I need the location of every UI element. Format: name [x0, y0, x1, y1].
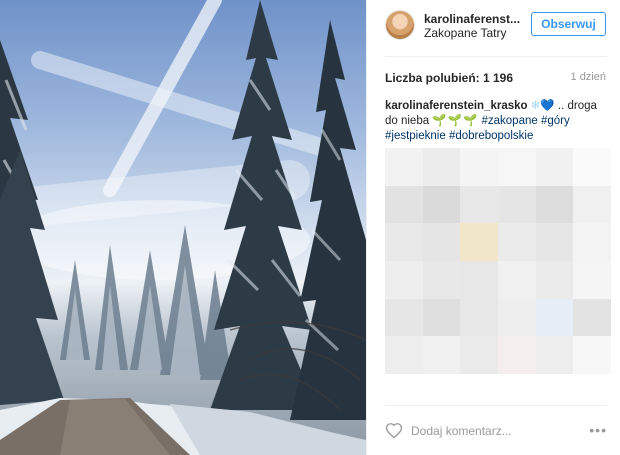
blur-cell — [498, 185, 536, 224]
likes-count[interactable]: Liczba polubień: 1 196 — [385, 71, 513, 85]
blur-cell — [535, 298, 574, 337]
blur-cell — [460, 261, 499, 299]
blur-cell — [498, 148, 536, 186]
header-location[interactable]: Zakopane Tatry — [424, 26, 507, 40]
blur-cell — [498, 261, 536, 299]
blur-cell — [385, 298, 423, 337]
post-details-panel: karolinaferenst... Zakopane Tatry Obserw… — [366, 0, 620, 455]
avatar[interactable] — [385, 10, 415, 40]
post-header: karolinaferenst... Zakopane Tatry Obserw… — [367, 0, 620, 56]
snowflake-icon: ❄ — [530, 100, 541, 112]
blue-heart-icon: 💙 — [540, 100, 555, 112]
hashtag-link[interactable]: #dobrebopolskie — [449, 130, 533, 142]
blur-cell — [498, 223, 536, 262]
heart-outline-icon[interactable] — [385, 422, 403, 439]
blur-cell — [573, 336, 611, 374]
header-divider — [385, 56, 607, 57]
blur-cell — [535, 336, 574, 374]
hashtag-link[interactable]: #zakopane — [482, 115, 538, 127]
blur-cell — [573, 261, 611, 299]
header-username[interactable]: karolinaferenst... — [424, 12, 524, 26]
blur-cell — [422, 185, 461, 224]
blur-cell — [535, 261, 574, 299]
blur-cell — [385, 223, 423, 262]
follow-button[interactable]: Obserwuj — [531, 12, 606, 36]
blur-cell — [460, 298, 499, 337]
blur-cell — [385, 261, 423, 299]
blur-cell — [573, 223, 611, 262]
blur-cell — [535, 223, 574, 262]
footer-divider — [385, 405, 607, 406]
blur-cell — [460, 223, 499, 262]
blur-cell — [535, 148, 574, 186]
blur-cell — [422, 261, 461, 299]
blurred-comments — [385, 148, 611, 374]
blur-cell — [422, 336, 461, 374]
caption-username[interactable]: karolinaferenstein_krasko — [385, 100, 528, 112]
blur-cell — [422, 223, 461, 262]
blur-cell — [573, 298, 611, 337]
blur-cell — [385, 336, 423, 374]
blur-cell — [385, 185, 423, 224]
blur-cell — [460, 148, 499, 186]
winter-road-scene — [0, 0, 366, 455]
blur-cell — [422, 148, 461, 186]
blur-cell — [460, 185, 499, 224]
blur-cell — [535, 185, 574, 224]
seedling-icon: 🌱🌱🌱 — [432, 115, 479, 127]
blur-cell — [498, 336, 536, 374]
comment-input[interactable] — [411, 421, 561, 441]
blur-cell — [573, 185, 611, 224]
comment-bar: ••• — [367, 410, 620, 455]
post-caption: karolinaferenstein_krasko ❄💙 .. droga do… — [385, 99, 611, 144]
blur-cell — [498, 298, 536, 337]
blur-cell — [385, 148, 423, 186]
post-timestamp[interactable]: 1 dzień — [571, 71, 606, 83]
blur-cell — [460, 336, 499, 374]
hashtag-link[interactable]: #jestpieknie — [385, 130, 446, 142]
ellipsis-icon[interactable]: ••• — [589, 422, 607, 438]
post-photo[interactable] — [0, 0, 366, 455]
blur-cell — [422, 298, 461, 337]
hashtag-link[interactable]: #góry — [541, 115, 570, 127]
blur-cell — [573, 148, 611, 186]
